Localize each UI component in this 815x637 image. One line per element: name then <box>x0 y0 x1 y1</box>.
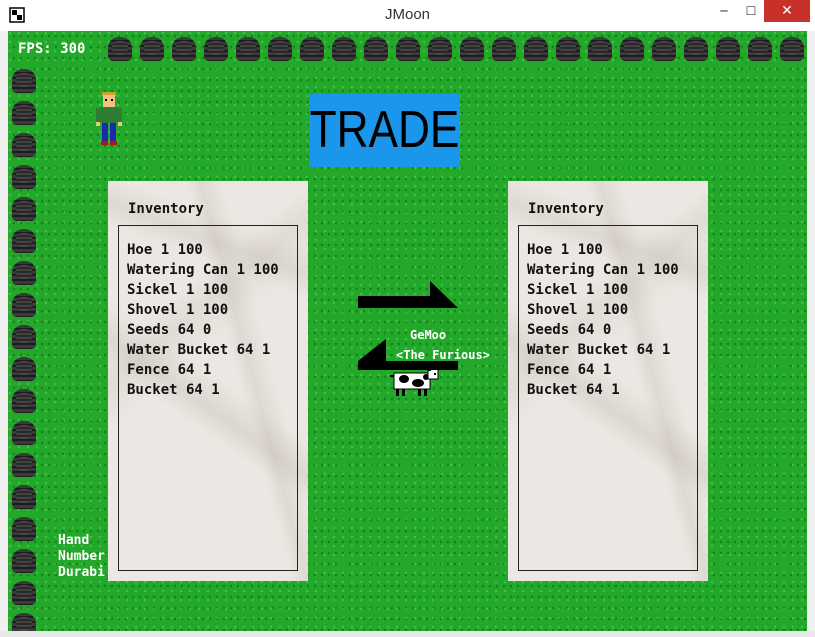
right-inventory-item[interactable]: Watering Can 1 100 <box>527 260 679 280</box>
rock-icon <box>268 35 292 61</box>
left-inventory-item[interactable]: Watering Can 1 100 <box>127 260 279 280</box>
game-canvas[interactable]: FPS: 300 TRADE Inventory Hoe 1 100 Wateri… <box>8 31 807 631</box>
rock-icon <box>492 35 516 61</box>
right-inventory-item[interactable]: Water Bucket 64 1 <box>527 340 679 360</box>
hand-info-line: Durabi <box>58 565 105 580</box>
rock-icon <box>332 35 356 61</box>
fps-counter: FPS: 300 <box>18 41 86 57</box>
rock-icon <box>140 35 164 61</box>
cow-sprite[interactable] <box>390 367 440 397</box>
right-inventory-list: Hoe 1 100 Watering Can 1 100 Sickel 1 100 S… <box>527 240 679 400</box>
farmer-sprite <box>96 92 122 145</box>
left-inventory-item[interactable]: Seeds 64 0 <box>127 320 279 340</box>
left-inventory-item[interactable]: Hoe 1 100 <box>127 240 279 260</box>
rock-icon <box>12 323 36 349</box>
left-inventory-item[interactable]: Sickel 1 100 <box>127 280 279 300</box>
rock-icon <box>780 35 804 61</box>
rock-icon <box>12 227 36 253</box>
rock-icon <box>524 35 548 61</box>
rock-icon <box>652 35 676 61</box>
rock-icon <box>12 131 36 157</box>
hand-info-line: Hand <box>58 533 90 548</box>
arrow-right-icon <box>358 281 458 308</box>
rock-icon <box>716 35 740 61</box>
rock-icon <box>620 35 644 61</box>
rock-icon <box>556 35 580 61</box>
rock-icon <box>12 259 36 285</box>
rock-icon <box>12 195 36 221</box>
rock-icon <box>12 387 36 413</box>
left-inventory-list: Hoe 1 100 Watering Can 1 100 Sickel 1 100 S… <box>127 240 279 400</box>
rock-icon <box>12 291 36 317</box>
right-inventory-box: Hoe 1 100 Watering Can 1 100 Sickel 1 100 S… <box>518 225 698 571</box>
rock-icon <box>396 35 420 61</box>
left-inventory-title: Inventory <box>128 201 204 217</box>
rock-icon <box>172 35 196 61</box>
close-button[interactable]: ✕ <box>764 0 810 22</box>
right-inventory-item[interactable]: Shovel 1 100 <box>527 300 679 320</box>
title-bar[interactable]: JMoon ─ ☐ ✕ <box>0 0 815 32</box>
rock-icon <box>300 35 324 61</box>
right-inventory-item[interactable]: Seeds 64 0 <box>527 320 679 340</box>
rock-icon <box>12 419 36 445</box>
rock-icon <box>12 163 36 189</box>
left-inventory-item[interactable]: Bucket 64 1 <box>127 380 279 400</box>
rock-icon <box>460 35 484 61</box>
right-inventory-item[interactable]: Bucket 64 1 <box>527 380 679 400</box>
right-inventory-item[interactable]: Fence 64 1 <box>527 360 679 380</box>
rock-icon <box>204 35 228 61</box>
right-inventory-item[interactable]: Sickel 1 100 <box>527 280 679 300</box>
rock-icon <box>12 67 36 93</box>
window-frame-left <box>0 31 8 631</box>
rock-icon <box>12 451 36 477</box>
window-frame-bottom <box>0 631 815 637</box>
hand-info-line: Number <box>58 549 105 564</box>
rock-icon <box>12 99 36 125</box>
rock-icon <box>364 35 388 61</box>
rock-icon <box>12 547 36 573</box>
rock-icon <box>748 35 772 61</box>
left-inventory-box: Hoe 1 100 Watering Can 1 100 Sickel 1 100 S… <box>118 225 298 571</box>
right-inventory-panel: Inventory Hoe 1 100 Watering Can 1 100 Sic… <box>508 181 708 581</box>
hand-info: Hand Number Durabi <box>58 533 105 581</box>
right-inventory-title: Inventory <box>528 201 604 217</box>
window-title: JMoon <box>384 6 431 23</box>
rock-icon <box>12 579 36 605</box>
arrow-left-icon <box>358 339 458 370</box>
trade-title: TRADE <box>309 94 460 167</box>
rock-icon <box>12 611 36 631</box>
rock-icon <box>236 35 260 61</box>
left-inventory-panel: Inventory Hoe 1 100 Watering Can 1 100 Sic… <box>108 181 308 581</box>
rock-icon <box>428 35 452 61</box>
minimize-button[interactable]: ─ <box>710 0 738 22</box>
rock-icon <box>588 35 612 61</box>
rock-icon <box>12 515 36 541</box>
left-inventory-item[interactable]: Shovel 1 100 <box>127 300 279 320</box>
rock-icon <box>108 35 132 61</box>
rock-icon <box>12 355 36 381</box>
left-inventory-item[interactable]: Fence 64 1 <box>127 360 279 380</box>
rock-icon <box>12 483 36 509</box>
maximize-button[interactable]: ☐ <box>738 0 764 22</box>
left-inventory-item[interactable]: Water Bucket 64 1 <box>127 340 279 360</box>
right-inventory-item[interactable]: Hoe 1 100 <box>527 240 679 260</box>
window-frame-right <box>807 31 815 631</box>
rock-icon <box>684 35 708 61</box>
